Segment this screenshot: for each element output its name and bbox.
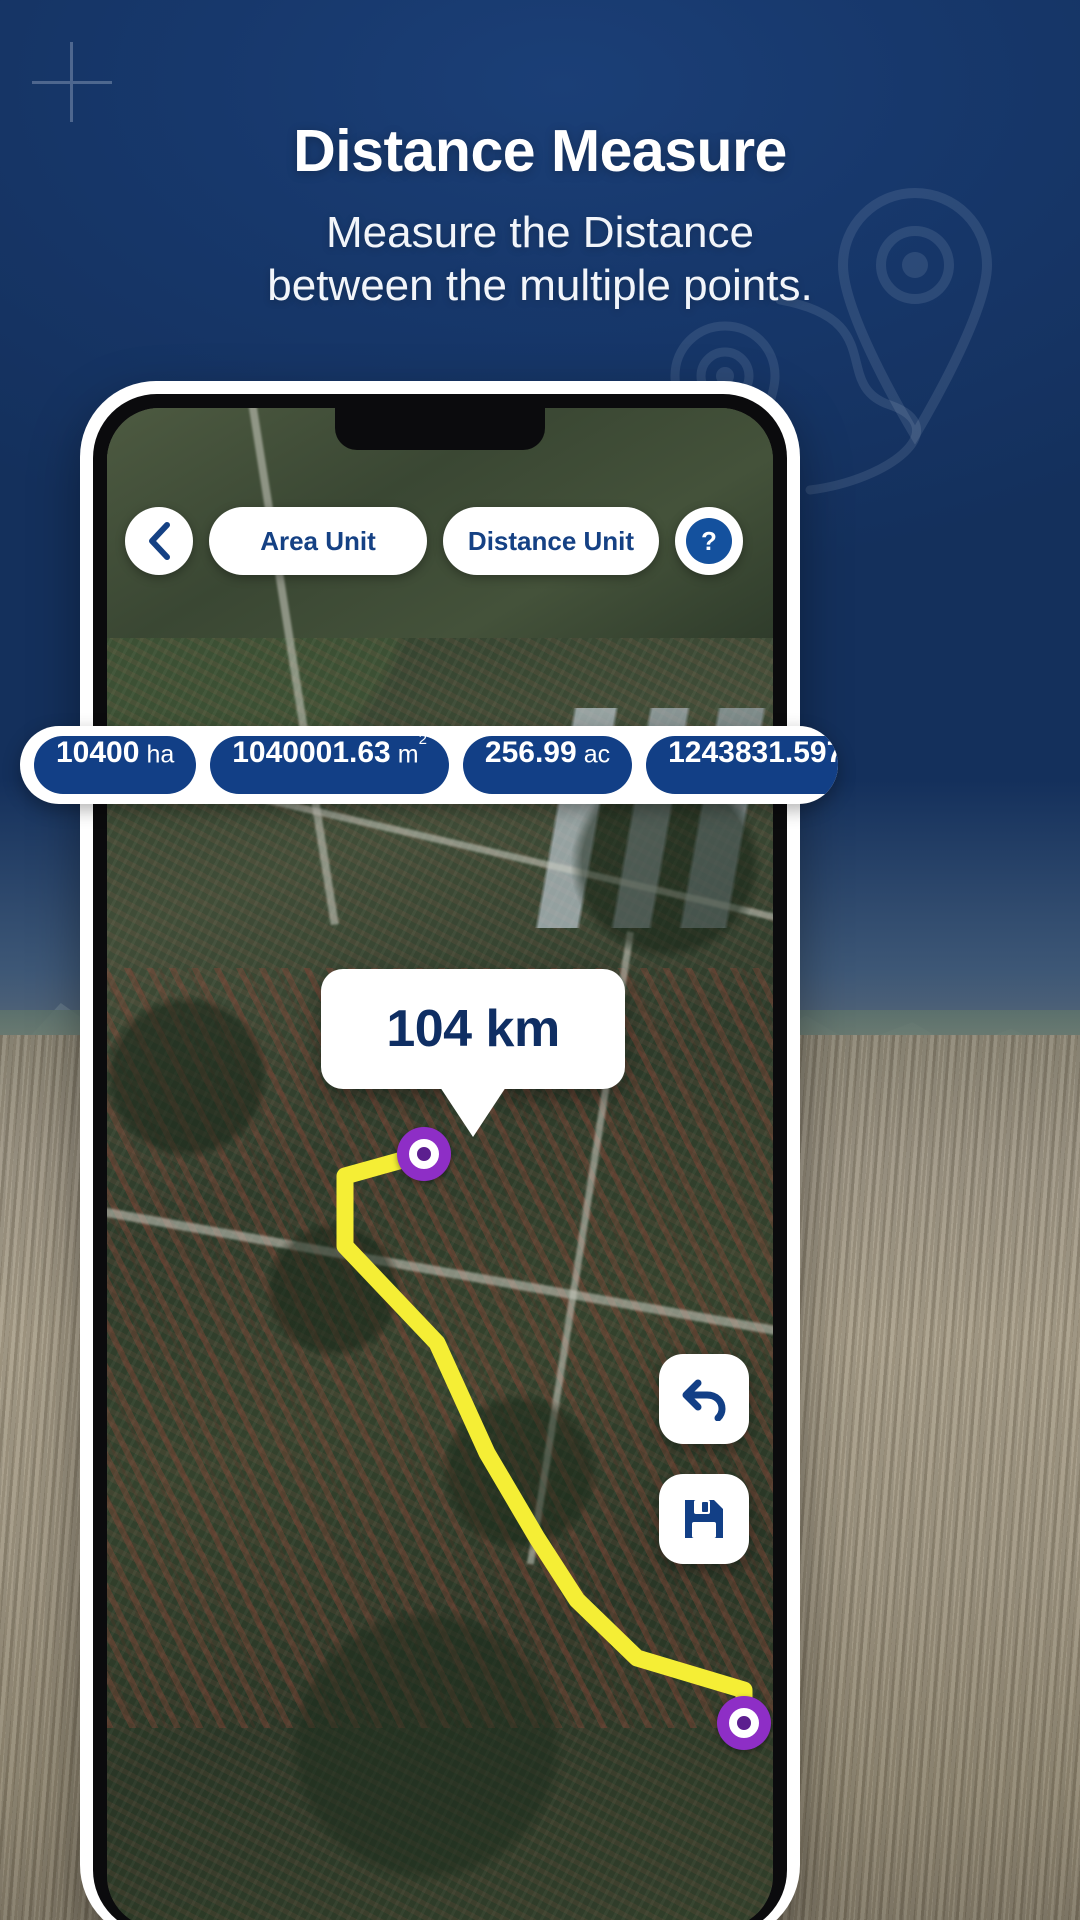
phone-bezel: 104 km Area Unit Distance Unit ? <box>93 394 787 1920</box>
unit-chip-hectares[interactable]: 10400 ha <box>34 736 197 794</box>
end-point-marker[interactable] <box>717 1696 771 1750</box>
phone-notch <box>335 408 545 450</box>
phone-mockup: 104 km Area Unit Distance Unit ? <box>80 381 800 1920</box>
page-title: Distance Measure <box>293 118 787 184</box>
undo-arrow-icon <box>682 1379 726 1421</box>
area-unit-button[interactable]: Area Unit <box>209 507 427 575</box>
unit-chip-suffix: m2 <box>397 731 427 768</box>
unit-chip-suffix: ac <box>583 740 611 768</box>
unit-chip-suffix: ha <box>146 740 175 768</box>
save-button[interactable] <box>659 1474 749 1564</box>
unit-chip-value: 1243831.5976 <box>668 736 838 769</box>
callout-tail <box>440 1087 506 1137</box>
phone-screen: 104 km Area Unit Distance Unit ? <box>107 408 773 1920</box>
unit-chip-acres[interactable]: 256.99 ac <box>462 736 633 794</box>
page-subtitle-line-2: between the multiple points. <box>267 260 813 310</box>
help-button[interactable]: ? <box>675 507 743 575</box>
units-strip: 10400 ha 1040001.63 m2 256.99 ac 1243831… <box>20 726 838 804</box>
distance-callout: 104 km <box>321 969 625 1137</box>
unit-chip-value: 1040001.63 <box>232 736 391 769</box>
map-road <box>107 1202 773 1343</box>
back-button[interactable] <box>125 507 193 575</box>
route-squiggle-watermark-icon <box>770 290 1000 510</box>
page-subtitle-line-1: Measure the Distance <box>326 208 754 257</box>
map-toolbar: Area Unit Distance Unit ? <box>107 507 773 575</box>
start-point-ring <box>409 1139 439 1169</box>
unit-chip-value: 10400 <box>56 736 140 769</box>
undo-button[interactable] <box>659 1354 749 1444</box>
map-road <box>243 408 339 926</box>
chevron-left-icon <box>149 522 170 560</box>
unit-chip-square-yards[interactable]: 1243831.5976 yd2 <box>646 736 838 794</box>
distance-unit-button[interactable]: Distance Unit <box>443 507 659 575</box>
distance-value: 104 km <box>386 1000 560 1058</box>
hero-section: Distance Measure Measure the Distance be… <box>0 0 1080 313</box>
unit-chip-value: 256.99 <box>484 736 577 769</box>
floppy-disk-save-icon <box>685 1500 723 1538</box>
end-point-ring <box>729 1708 759 1738</box>
page-subtitle: Measure the Distance between the multipl… <box>0 207 1080 313</box>
unit-chip-square-meters[interactable]: 1040001.63 m2 <box>210 731 449 794</box>
question-mark-icon: ? <box>686 518 732 564</box>
